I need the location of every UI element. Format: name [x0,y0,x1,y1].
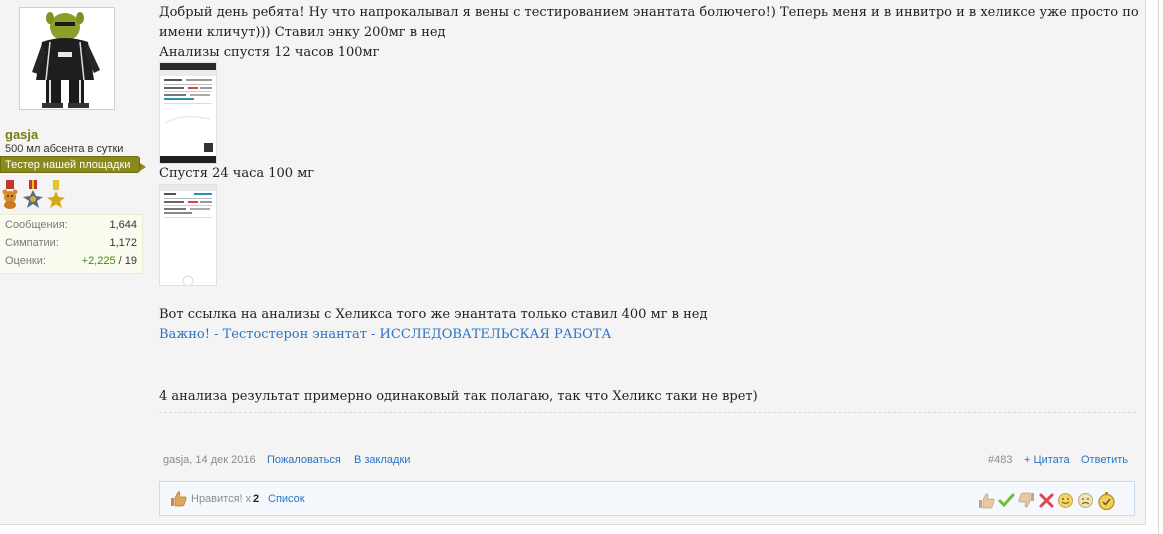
image-caption: Анализы спустя 12 часов 100мг [159,45,380,60]
disagree-x-icon[interactable] [1038,492,1055,509]
report-link[interactable]: Пожаловаться [267,453,341,467]
user-banner-tip [140,163,146,171]
thread-link-wrap: Важно! - Тестостерон энантат - ИССЛЕДОВА… [159,325,611,345]
likes-text: Нравится! x [191,493,252,505]
like-rating-icon[interactable] [978,492,995,509]
lab-report-image [160,185,216,285]
message-paragraph: Добрый день ребята! Ну что напрокалывал … [159,5,1139,40]
attachment-thumbnail[interactable] [159,184,217,286]
stat-label: Оценки: [5,255,46,267]
bookmark-link[interactable]: В закладки [354,453,410,467]
post-number-link[interactable]: #483 [988,453,1012,467]
stat-value-positive: +2,225 [81,255,116,267]
likes-count: 2 [253,493,260,505]
thumbs-up-icon [171,491,187,507]
username[interactable]: gasja [5,127,38,142]
user-banner: Тестер нашей площадки [0,156,140,173]
sad-smiley-icon[interactable] [1077,492,1094,509]
reply-button[interactable]: Ответить [1081,453,1128,467]
post-author-date[interactable]: gasja, 14 дек 2016 [163,453,256,467]
stat-label: Сообщения: [5,219,68,231]
message-body: Добрый день ребята! Ну что напрокалывал … [159,3,1139,63]
star-medal-icon[interactable] [47,180,65,210]
stat-value-rest: / 19 [115,255,137,267]
rating-buttons [978,492,1128,511]
image-caption: Спустя 24 часа 100 мг [159,166,315,181]
stat-likes[interactable]: Симпатии: 1,172 [5,235,137,251]
stat-ratings[interactable]: Оценки: +2,225 / 19 [5,253,137,269]
dislike-rating-icon[interactable] [1018,492,1035,509]
trophy-list [1,180,71,210]
user-title: 500 мл абсента в сутки [5,143,124,155]
avatar-image [20,8,114,109]
attachment-thumbnail[interactable] [159,62,217,164]
message-paragraph: 4 анализа результат примерно одинаковый … [159,389,758,404]
likes-summary: Нравится! x 2 Список [159,481,1135,516]
thread-link[interactable]: Важно! - Тестостерон энантат - ИССЛЕДОВА… [159,327,611,342]
medal-rating-icon[interactable] [1097,492,1116,511]
user-panel: gasja 500 мл абсента в сутки Тестер наше… [0,0,146,274]
page-scroll-edge [1158,0,1159,534]
avatar[interactable] [19,7,115,110]
quote-button[interactable]: + Цитата [1024,453,1070,467]
user-stats: Сообщения: 1,644 Симпатии: 1,172 Оценки:… [0,214,143,274]
stat-messages[interactable]: Сообщения: 1,644 [5,217,137,233]
lab-report-image [160,63,216,163]
message-paragraph: Вот ссылка на анализы с Хеликса того же … [159,307,708,322]
likes-list-link[interactable]: Список [268,492,305,506]
stat-label: Симпатии: [5,237,59,249]
funny-smiley-icon[interactable] [1057,492,1074,509]
stat-value: 1,644 [109,219,137,231]
agree-check-icon[interactable] [998,492,1015,509]
stat-value: 1,172 [109,237,137,249]
bear-medal-icon[interactable] [1,180,19,210]
message-separator [159,412,1136,413]
stat-value: +2,225 / 19 [82,253,137,269]
order-medal-icon[interactable] [23,180,43,210]
